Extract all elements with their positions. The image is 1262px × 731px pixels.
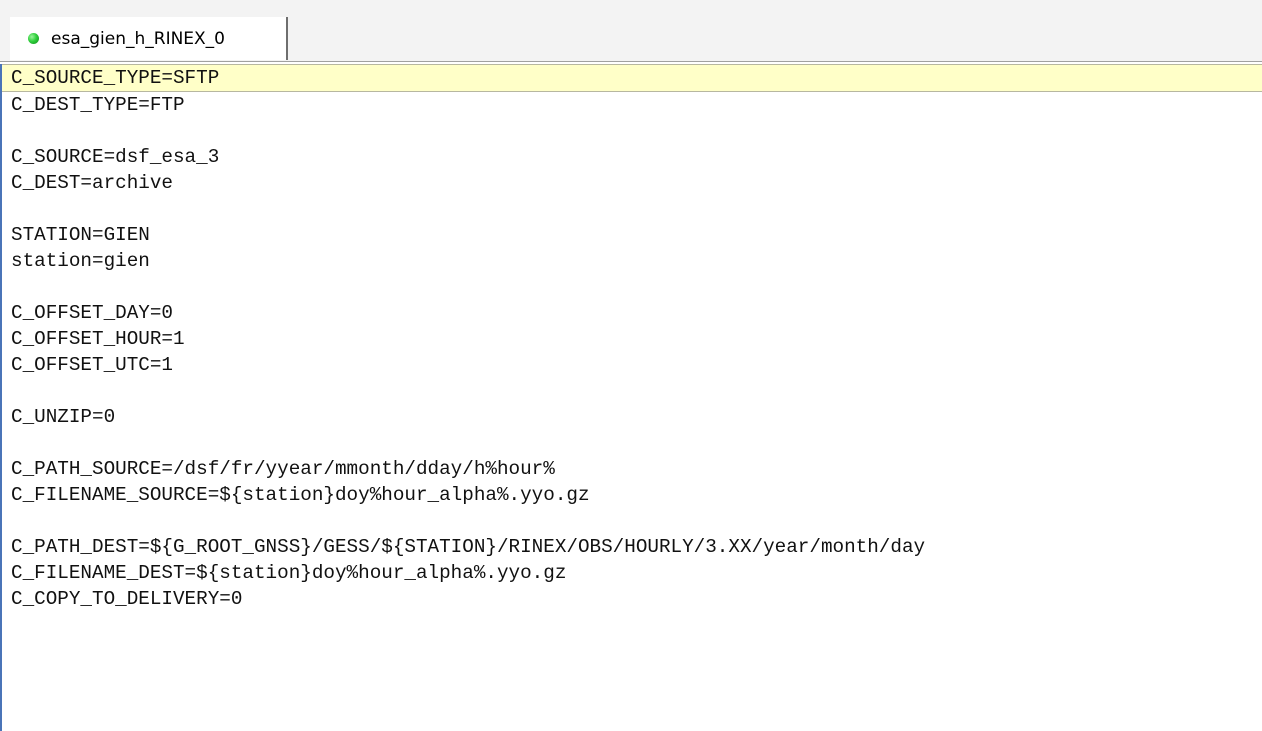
editor-window: esa_gien_h_RINEX_0 C_SOURCE_TYPE=SFTP C_… xyxy=(0,0,1262,731)
editor-line[interactable]: C_FILENAME_SOURCE=${station}doy%hour_alp… xyxy=(2,482,1262,508)
editor-line[interactable]: C_PATH_SOURCE=/dsf/fr/yyear/mmonth/dday/… xyxy=(2,456,1262,482)
editor-line[interactable]: STATION=GIEN xyxy=(2,222,1262,248)
editor-line[interactable] xyxy=(2,118,1262,144)
editor-line[interactable]: station=gien xyxy=(2,248,1262,274)
editor-line-current[interactable]: C_SOURCE_TYPE=SFTP xyxy=(2,64,1262,92)
text-editor[interactable]: C_SOURCE_TYPE=SFTP C_DEST_TYPE=FTP C_SOU… xyxy=(0,64,1262,731)
tab-strip: esa_gien_h_RINEX_0 xyxy=(0,0,1262,62)
editor-line[interactable]: C_COPY_TO_DELIVERY=0 xyxy=(2,586,1262,612)
editor-line[interactable]: C_PATH_DEST=${G_ROOT_GNSS}/GESS/${STATIO… xyxy=(2,534,1262,560)
tab-esa-gien-h-rinex-0[interactable]: esa_gien_h_RINEX_0 xyxy=(10,17,288,60)
editor-line[interactable] xyxy=(2,378,1262,404)
editor-line[interactable] xyxy=(2,274,1262,300)
editor-line[interactable]: C_OFFSET_UTC=1 xyxy=(2,352,1262,378)
tab-label: esa_gien_h_RINEX_0 xyxy=(51,28,226,49)
editor-line[interactable] xyxy=(2,196,1262,222)
editor-line[interactable]: C_DEST=archive xyxy=(2,170,1262,196)
green-status-dot-icon xyxy=(28,33,39,44)
editor-line[interactable]: C_FILENAME_DEST=${station}doy%hour_alpha… xyxy=(2,560,1262,586)
editor-line[interactable] xyxy=(2,430,1262,456)
editor-line[interactable]: C_OFFSET_HOUR=1 xyxy=(2,326,1262,352)
editor-line[interactable]: C_DEST_TYPE=FTP xyxy=(2,92,1262,118)
editor-line[interactable] xyxy=(2,508,1262,534)
editor-line[interactable]: C_SOURCE=dsf_esa_3 xyxy=(2,144,1262,170)
editor-line[interactable]: C_OFFSET_DAY=0 xyxy=(2,300,1262,326)
editor-line[interactable]: C_UNZIP=0 xyxy=(2,404,1262,430)
